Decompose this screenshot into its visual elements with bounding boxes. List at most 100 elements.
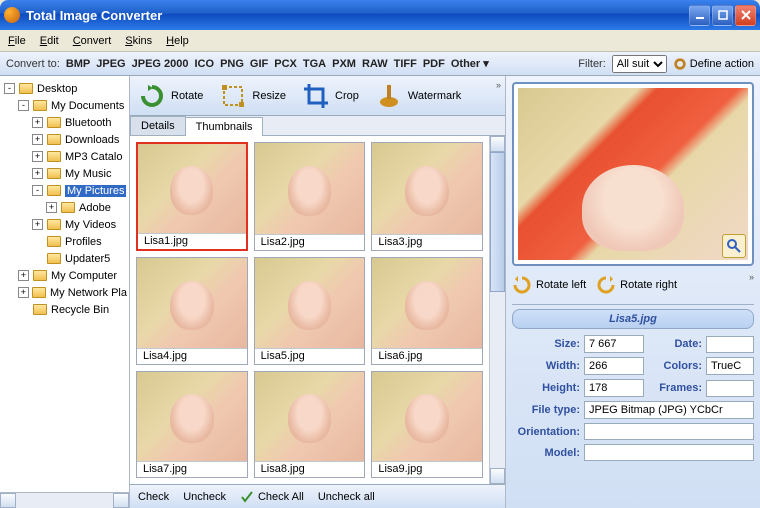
- tab-details[interactable]: Details: [130, 116, 186, 135]
- fmt-raw[interactable]: RAW: [362, 58, 388, 70]
- scroll-up-button[interactable]: [490, 136, 505, 152]
- menu-help[interactable]: Help: [166, 35, 189, 47]
- menu-file[interactable]: File: [8, 35, 26, 47]
- thumbnail-item[interactable]: Lisa7.jpg: [136, 371, 248, 478]
- folder-tree[interactable]: -Desktop-My Documents+Bluetooth+Download…: [0, 76, 129, 492]
- collapse-icon[interactable]: -: [4, 83, 15, 94]
- scroll-left-button[interactable]: [0, 493, 16, 508]
- fmt-tga[interactable]: TGA: [303, 58, 326, 70]
- tree-item-bluetooth[interactable]: + Bluetooth: [2, 114, 127, 131]
- tree-item-label: Updater5: [65, 253, 110, 265]
- thumbnail-item[interactable]: Lisa9.jpg: [371, 371, 483, 478]
- folder-icon: [60, 201, 76, 215]
- tree-item-desktop[interactable]: - Desktop: [2, 80, 127, 97]
- tree-item-label: Desktop: [37, 83, 77, 95]
- tree-item-label: Bluetooth: [65, 117, 111, 129]
- fmt-tiff[interactable]: TIFF: [394, 58, 417, 70]
- menu-convert[interactable]: Convert: [73, 35, 112, 47]
- rotate-left-button[interactable]: Rotate left: [512, 275, 586, 295]
- scroll-thumb[interactable]: [490, 152, 505, 292]
- close-button[interactable]: [735, 5, 756, 26]
- check-all-button[interactable]: Check All: [240, 490, 304, 504]
- tab-thumbnails[interactable]: Thumbnails: [185, 117, 264, 136]
- tree-item-my-computer[interactable]: +My Computer: [2, 267, 127, 284]
- thumbnail-item[interactable]: Lisa2.jpg: [254, 142, 366, 251]
- thumbnail-item[interactable]: Lisa1.jpg: [136, 142, 248, 251]
- expand-icon[interactable]: +: [32, 134, 43, 145]
- collapse-icon[interactable]: -: [18, 100, 29, 111]
- tree-item-my-videos[interactable]: +My Videos: [2, 216, 127, 233]
- tree-item-mp3-catalo[interactable]: +MP3 Catalo: [2, 148, 127, 165]
- tree-item-my-documents[interactable]: -My Documents: [2, 97, 127, 114]
- menu-skins[interactable]: Skins: [125, 35, 152, 47]
- titlebar[interactable]: Total Image Converter: [0, 0, 760, 30]
- thumbnail-item[interactable]: Lisa3.jpg: [371, 142, 483, 251]
- menu-edit[interactable]: Edit: [40, 35, 59, 47]
- folder-icon: [46, 252, 62, 266]
- tree-hscrollbar[interactable]: [0, 492, 129, 508]
- preview-panel: Rotate left Rotate right » Lisa5.jpg Siz…: [506, 76, 760, 508]
- expand-icon[interactable]: +: [32, 168, 43, 179]
- check-button[interactable]: Check: [138, 491, 169, 503]
- scroll-track[interactable]: [16, 493, 113, 508]
- fmt-other[interactable]: Other ▾: [451, 57, 489, 70]
- thumbnail-item[interactable]: Lisa4.jpg: [136, 257, 248, 364]
- thumbnail-item[interactable]: Lisa6.jpg: [371, 257, 483, 364]
- thumbs-vscrollbar[interactable]: [489, 136, 505, 484]
- thumbnail-label: Lisa3.jpg: [372, 234, 482, 250]
- preview-image: [518, 88, 748, 260]
- scroll-right-button[interactable]: [113, 493, 129, 508]
- minimize-button[interactable]: [689, 5, 710, 26]
- tree-item-my-network-pla[interactable]: +My Network Pla: [2, 284, 127, 301]
- define-action-button[interactable]: Define action: [673, 57, 754, 71]
- collapse-icon[interactable]: -: [32, 185, 43, 196]
- fmt-pdf[interactable]: PDF: [423, 58, 445, 70]
- thumbnail-label: Lisa9.jpg: [372, 461, 482, 477]
- rotate-right-button[interactable]: Rotate right: [596, 275, 677, 295]
- tree-item-updater5[interactable]: Updater5: [2, 250, 127, 267]
- uncheck-button[interactable]: Uncheck: [183, 491, 226, 503]
- scroll-down-button[interactable]: [490, 468, 505, 484]
- fmt-pxm[interactable]: PXM: [332, 58, 356, 70]
- tree-item-adobe[interactable]: +Adobe: [2, 199, 127, 216]
- fmt-bmp[interactable]: BMP: [66, 58, 90, 70]
- expand-icon[interactable]: +: [46, 202, 57, 213]
- fmt-jpeg2000[interactable]: JPEG 2000: [132, 58, 189, 70]
- rotate-tool[interactable]: Rotate: [138, 82, 203, 110]
- tree-item-recycle-bin[interactable]: Recycle Bin: [2, 301, 127, 318]
- expand-icon[interactable]: +: [32, 117, 43, 128]
- chevron-more-icon[interactable]: »: [749, 272, 754, 282]
- uncheck-all-button[interactable]: Uncheck all: [318, 491, 375, 503]
- fmt-pcx[interactable]: PCX: [274, 58, 297, 70]
- chevron-more-icon[interactable]: »: [496, 80, 501, 90]
- fmt-jpeg[interactable]: JPEG: [96, 58, 125, 70]
- expand-icon[interactable]: +: [32, 219, 43, 230]
- crop-tool[interactable]: Crop: [302, 82, 359, 110]
- date-value: [706, 336, 754, 353]
- tree-item-my-pictures[interactable]: -My Pictures: [2, 182, 127, 199]
- zoom-button[interactable]: [722, 234, 746, 258]
- expand-icon[interactable]: +: [18, 287, 29, 298]
- watermark-icon: [375, 82, 403, 110]
- folder-icon: [46, 116, 62, 130]
- expand-icon[interactable]: +: [18, 270, 29, 281]
- fmt-ico[interactable]: ICO: [195, 58, 215, 70]
- expand-icon[interactable]: +: [32, 151, 43, 162]
- watermark-tool[interactable]: Watermark: [375, 82, 461, 110]
- convert-to-label: Convert to:: [6, 58, 60, 70]
- tree-item-my-music[interactable]: +My Music: [2, 165, 127, 182]
- tree-item-profiles[interactable]: Profiles: [2, 233, 127, 250]
- network-icon: [32, 286, 47, 300]
- fmt-gif[interactable]: GIF: [250, 58, 268, 70]
- thumbnail-item[interactable]: Lisa5.jpg: [254, 257, 366, 364]
- resize-tool[interactable]: Resize: [219, 82, 286, 110]
- maximize-button[interactable]: [712, 5, 733, 26]
- thumbnail-item[interactable]: Lisa8.jpg: [254, 371, 366, 478]
- model-label: Model:: [512, 447, 580, 459]
- pictures-icon: [46, 184, 62, 198]
- preview-image-box: [512, 82, 754, 266]
- filter-select[interactable]: All suit: [612, 55, 667, 73]
- fmt-png[interactable]: PNG: [220, 58, 244, 70]
- tree-item-downloads[interactable]: +Downloads: [2, 131, 127, 148]
- crop-icon: [302, 82, 330, 110]
